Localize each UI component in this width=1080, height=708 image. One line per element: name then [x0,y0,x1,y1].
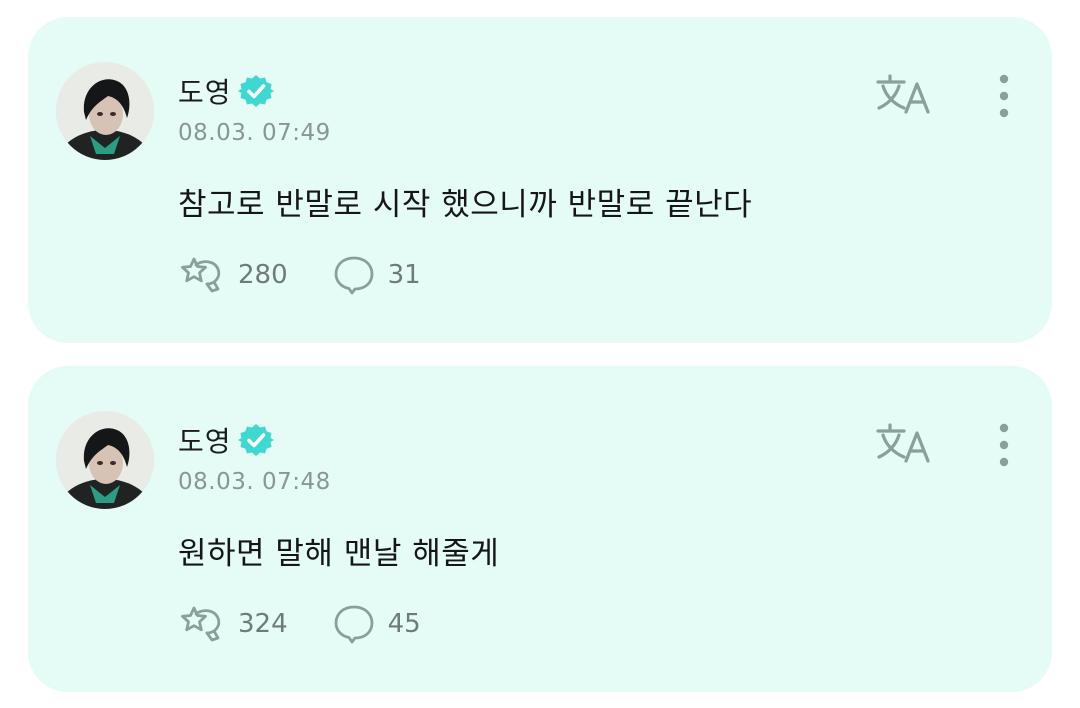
more-vertical-icon[interactable] [990,72,1018,120]
like-icon [181,606,221,642]
author-name[interactable]: 도영 [178,71,232,111]
like-button[interactable]: 280 [178,255,288,295]
author-name[interactable]: 도영 [178,420,232,460]
post-feed: 도영 08.03. 07:49 참고로 반말로 시작 했으니까 반말로 끝난다 … [0,0,1080,708]
comment-button[interactable]: 45 [332,604,421,644]
author-row: 도영 [178,422,274,458]
avatar[interactable] [56,411,154,509]
like-count: 324 [238,609,288,639]
comment-icon [334,605,374,644]
post-text: 원하면 말해 맨날 해줄게 [178,536,500,572]
comment-count: 45 [387,609,421,639]
translate-icon[interactable] [876,72,934,116]
translate-icon[interactable] [876,421,934,465]
like-icon [181,257,221,293]
post-text: 참고로 반말로 시작 했으니까 반말로 끝난다 [178,187,753,223]
like-button[interactable]: 324 [178,604,288,644]
avatar[interactable] [56,62,154,160]
comment-icon [334,256,374,295]
comment-button[interactable]: 31 [332,255,421,295]
verified-badge-icon [237,422,274,458]
post-actions: 324 45 [178,602,465,646]
post-card[interactable]: 도영 08.03. 07:48 원하면 말해 맨날 해줄게 324 45 [28,366,1052,692]
post-actions: 280 31 [178,253,465,297]
like-count: 280 [238,260,288,290]
post-timestamp: 08.03. 07:49 [178,120,331,146]
comment-count: 31 [387,260,421,290]
post-card[interactable]: 도영 08.03. 07:49 참고로 반말로 시작 했으니까 반말로 끝난다 … [28,17,1052,343]
post-timestamp: 08.03. 07:48 [178,469,331,495]
author-row: 도영 [178,73,274,109]
more-vertical-icon[interactable] [990,421,1018,469]
verified-badge-icon [237,73,274,109]
